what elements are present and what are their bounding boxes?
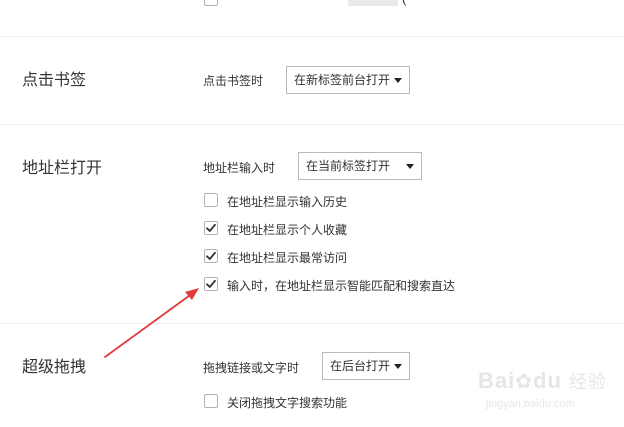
checkmark-icon — [206, 223, 216, 232]
checkmark-icon — [206, 279, 216, 288]
top-checkbox[interactable] — [204, 0, 218, 6]
section-title-addressbar: 地址栏打开 — [22, 160, 103, 177]
checkbox-label-disable-drag-search: 关闭拖拽文字搜索功能 — [227, 396, 348, 410]
bookmark-click-select-value: 在新标签前台打开 — [294, 73, 391, 87]
checkbox-show-most-visited[interactable] — [204, 249, 218, 263]
checkbox-label-show-most-visited: 在地址栏显示最常访问 — [227, 251, 348, 265]
chevron-down-icon — [394, 364, 402, 369]
checkbox-disable-drag-search[interactable] — [204, 394, 218, 408]
annotation-arrow — [104, 288, 199, 358]
divider-3 — [0, 323, 624, 324]
section-title-dragdrop: 超级拖拽 — [22, 359, 87, 376]
bookmark-click-label: 点击书签时 — [203, 74, 264, 88]
addressbar-input-label: 地址栏输入时 — [203, 161, 276, 175]
watermark-logo: Bai✿du 经验 — [478, 368, 608, 393]
chevron-down-icon — [394, 78, 402, 83]
section-title-bookmark: 点击书签 — [22, 72, 87, 89]
addressbar-input-select[interactable]: 在当前标签打开 — [298, 152, 422, 180]
divider-2 — [0, 124, 624, 125]
checkbox-show-input-history[interactable] — [204, 193, 218, 207]
paw-icon: ✿ — [515, 371, 534, 393]
checkbox-label-show-input-history: 在地址栏显示输入历史 — [227, 195, 348, 209]
divider-1 — [0, 36, 624, 37]
watermark-url: jingyan.baidu.com — [486, 398, 575, 410]
checkbox-label-smart-match-search: 输入时，在地址栏显示智能匹配和搜索直达 — [227, 279, 456, 293]
top-row-partial-text: ( — [402, 0, 406, 6]
checkmark-icon — [206, 251, 216, 260]
drag-link-text-label: 拖拽链接或文字时 — [203, 361, 300, 375]
addressbar-input-select-value: 在当前标签打开 — [306, 159, 391, 173]
checkbox-label-show-favorites: 在地址栏显示个人收藏 — [227, 223, 348, 237]
drag-link-text-select[interactable]: 在后台打开 — [322, 352, 410, 380]
top-row-field — [348, 0, 398, 6]
bookmark-click-select[interactable]: 在新标签前台打开 — [286, 66, 410, 94]
checkbox-smart-match-search[interactable] — [204, 277, 218, 291]
checkbox-show-favorites[interactable] — [204, 221, 218, 235]
drag-link-text-select-value: 在后台打开 — [330, 359, 391, 373]
chevron-down-icon — [406, 164, 414, 169]
